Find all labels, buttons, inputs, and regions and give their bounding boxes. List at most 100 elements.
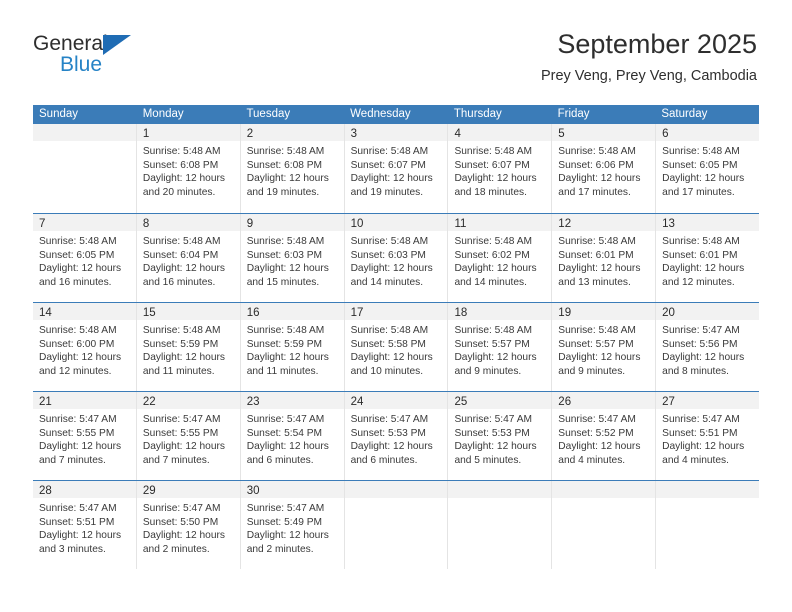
day-sun-info: Sunrise: 5:48 AM Sunset: 5:59 PM Daylight:… [241,320,344,378]
day-of-week-saturday: Saturday [661,108,708,120]
calendar-day-cell[interactable]: 7 Sunrise: 5:48 AM Sunset: 6:05 PM Daylight… [33,214,136,302]
daylight-text-line1: Daylight: 12 hours [558,441,641,453]
sunrise-text: Sunrise: 5:48 AM [142,325,221,336]
sunrise-text: Sunrise: 5:47 AM [142,503,221,514]
day-number-band: 30 [240,481,344,498]
day-number-band: 9 [240,214,344,231]
day-number: 9 [246,218,254,230]
calendar-day-cell[interactable]: 28 Sunrise: 5:47 AM Sunset: 5:51 PM Dayligh… [33,481,136,569]
day-number-band: 13 [656,214,760,231]
calendar-day-cell[interactable]: 8 Sunrise: 5:48 AM Sunset: 6:04 PM Daylight… [135,214,240,302]
daylight-text-line1: Daylight: 12 hours [350,352,433,364]
day-number-band: 29 [136,481,240,498]
day-sun-info: Sunrise: 5:47 AM Sunset: 5:55 PM Daylight:… [33,409,136,467]
daylight-text-line2: and 10 minutes. [350,365,424,377]
day-sun-info: Sunrise: 5:47 AM Sunset: 5:51 PM Daylight:… [656,409,759,467]
calendar-day-cell[interactable]: 12 Sunrise: 5:48 AM Sunset: 6:01 PM Dayligh… [551,214,656,302]
calendar-day-cell-empty [343,481,448,569]
sunrise-text: Sunrise: 5:48 AM [662,236,740,247]
day-of-week-thursday: Thursday [453,108,502,120]
calendar-day-cell[interactable]: 26 Sunrise: 5:47 AM Sunset: 5:52 PM Dayligh… [551,392,656,480]
calendar-day-cell[interactable]: 30 Sunrise: 5:47 AM Sunset: 5:49 PM Dayligh… [239,481,344,569]
calendar-day-cell[interactable]: 24 Sunrise: 5:47 AM Sunset: 5:53 PM Dayligh… [343,392,448,480]
day-number-band: 23 [240,392,344,409]
sunset-text: Sunset: 5:50 PM [142,516,219,528]
calendar-day-cell[interactable]: 19 Sunrise: 5:48 AM Sunset: 5:57 PM Dayligh… [551,303,656,391]
day-sun-info: Sunrise: 5:48 AM Sunset: 6:04 PM Daylight:… [137,231,240,289]
calendar-day-cell[interactable]: 2 Sunrise: 5:48 AM Sunset: 6:08 PM Daylight… [239,124,344,213]
daylight-text-line1: Daylight: 12 hours [246,530,329,542]
calendar-day-cell[interactable]: 3 Sunrise: 5:48 AM Sunset: 6:07 PM Daylight… [343,124,448,213]
day-number: 1 [142,128,150,140]
day-number-band: 6 [656,124,760,141]
sunrise-text: Sunrise: 5:48 AM [350,236,429,247]
daylight-text-line1: Daylight: 12 hours [246,441,329,453]
day-number: 3 [350,128,357,140]
daylight-text-line2: and 7 minutes. [39,454,106,466]
daylight-text-line1: Daylight: 12 hours [454,352,537,364]
day-number-band: 17 [344,303,448,320]
calendar-day-cell[interactable]: 22 Sunrise: 5:47 AM Sunset: 5:55 PM Dayligh… [135,392,240,480]
day-number-band: 19 [552,303,656,320]
calendar-day-cell[interactable]: 18 Sunrise: 5:48 AM Sunset: 5:57 PM Dayligh… [447,303,552,391]
sunset-text: Sunset: 6:01 PM [662,249,738,261]
sunset-text: Sunset: 6:05 PM [662,159,738,171]
calendar-day-cell[interactable]: 14 Sunrise: 5:48 AM Sunset: 6:00 PM Dayligh… [33,303,136,391]
daylight-text-line1: Daylight: 12 hours [558,352,641,364]
daylight-text-line2: and 9 minutes. [558,365,626,377]
calendar-day-cell[interactable]: 11 Sunrise: 5:48 AM Sunset: 6:02 PM Dayligh… [447,214,552,302]
calendar-day-cell[interactable]: 27 Sunrise: 5:47 AM Sunset: 5:51 PM Dayligh… [655,392,760,480]
day-number: 10 [350,218,364,230]
day-number-band [552,481,656,498]
calendar-week-row: 7 Sunrise: 5:48 AM Sunset: 6:05 PM Daylight… [33,213,760,302]
title-block: September 2025 Prey Veng, Prey Veng, Cam… [541,28,757,86]
calendar-day-cell[interactable]: 6 Sunrise: 5:48 AM Sunset: 6:05 PM Daylight… [655,124,760,213]
calendar-day-cell[interactable]: 15 Sunrise: 5:48 AM Sunset: 5:59 PM Dayligh… [135,303,240,391]
calendar-day-cell[interactable]: 5 Sunrise: 5:48 AM Sunset: 6:06 PM Daylight… [551,124,656,213]
calendar-day-cell[interactable]: 25 Sunrise: 5:47 AM Sunset: 5:53 PM Dayligh… [447,392,552,480]
daylight-text-line2: and 16 minutes. [142,276,216,288]
day-sun-info: Sunrise: 5:48 AM Sunset: 6:03 PM Daylight:… [345,231,448,289]
calendar-day-cell[interactable]: 16 Sunrise: 5:48 AM Sunset: 5:59 PM Dayligh… [239,303,344,391]
sunset-text: Sunset: 5:56 PM [662,338,738,350]
sunset-text: Sunset: 6:07 PM [350,159,426,171]
calendar-day-cell[interactable]: 20 Sunrise: 5:47 AM Sunset: 5:56 PM Dayligh… [655,303,760,391]
sunset-text: Sunset: 5:55 PM [39,427,115,439]
day-number: 14 [39,307,52,319]
sunrise-text: Sunrise: 5:47 AM [662,325,740,336]
calendar-day-cell[interactable]: 13 Sunrise: 5:48 AM Sunset: 6:01 PM Dayligh… [655,214,760,302]
day-number: 5 [558,128,565,140]
daylight-text-line1: Daylight: 12 hours [142,441,225,453]
calendar-day-cell[interactable]: 4 Sunrise: 5:48 AM Sunset: 6:07 PM Daylight… [447,124,552,213]
calendar-day-cell[interactable]: 17 Sunrise: 5:48 AM Sunset: 5:58 PM Dayligh… [343,303,448,391]
sunrise-text: Sunrise: 5:48 AM [662,146,740,157]
calendar-day-cell-empty [551,481,656,569]
calendar-day-cell[interactable]: 9 Sunrise: 5:48 AM Sunset: 6:03 PM Daylight… [239,214,344,302]
day-sun-info: Sunrise: 5:48 AM Sunset: 6:02 PM Daylight:… [448,231,551,289]
brand-logo[interactable]: General Blue [33,32,233,84]
day-number: 4 [454,128,461,140]
calendar-day-cell[interactable]: 21 Sunrise: 5:47 AM Sunset: 5:55 PM Dayligh… [33,392,136,480]
calendar-day-cell[interactable]: 10 Sunrise: 5:48 AM Sunset: 6:03 PM Dayligh… [343,214,448,302]
page-subtitle: Prey Veng, Prey Veng, Cambodia [540,68,757,84]
daylight-text-line1: Daylight: 12 hours [662,173,745,185]
day-of-week-tuesday: Tuesday [246,108,291,120]
sunrise-text: Sunrise: 5:47 AM [246,503,325,514]
day-sun-info: Sunrise: 5:47 AM Sunset: 5:53 PM Daylight:… [345,409,448,467]
sunrise-text: Sunrise: 5:48 AM [350,325,429,336]
daylight-text-line2: and 5 minutes. [454,454,522,466]
day-number-band: 8 [136,214,240,231]
day-number-band: 16 [240,303,344,320]
calendar-day-cell[interactable]: 23 Sunrise: 5:47 AM Sunset: 5:54 PM Dayligh… [239,392,344,480]
sunset-text: Sunset: 5:57 PM [454,338,530,350]
calendar-day-cell[interactable]: 29 Sunrise: 5:47 AM Sunset: 5:50 PM Dayligh… [135,481,240,569]
sunset-text: Sunset: 6:08 PM [142,159,219,171]
daylight-text-line1: Daylight: 12 hours [454,263,537,275]
sunrise-text: Sunrise: 5:48 AM [558,146,636,157]
daylight-text-line1: Daylight: 12 hours [142,263,225,275]
day-number-band: 27 [656,392,760,409]
sunrise-text: Sunrise: 5:48 AM [142,236,221,247]
calendar-day-cell[interactable]: 1 Sunrise: 5:48 AM Sunset: 6:08 PM Daylight… [135,124,240,213]
calendar-day-cell-empty [33,124,136,213]
sunset-text: Sunset: 5:59 PM [142,338,219,350]
